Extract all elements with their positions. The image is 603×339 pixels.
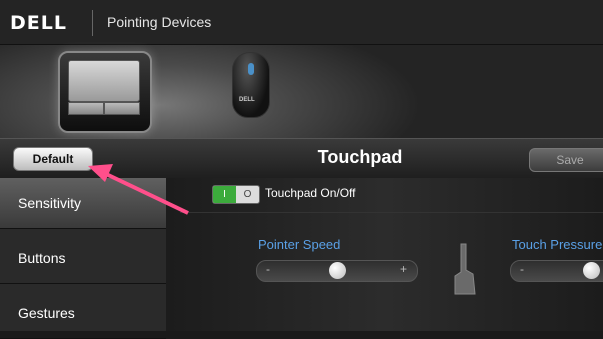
- sidebar-item-label: Sensitivity: [18, 195, 82, 211]
- slider-thumb[interactable]: [583, 262, 600, 279]
- mouse-logo: DELL: [239, 97, 255, 103]
- sidebar-item-label: Buttons: [18, 250, 66, 266]
- title-bar: DELL Pointing Devices: [0, 0, 603, 45]
- dell-logo: DELL: [10, 12, 67, 34]
- slider-minus-icon: -: [266, 262, 270, 276]
- sidebar-item-gestures[interactable]: Gestures: [0, 288, 166, 339]
- divider: [180, 212, 603, 213]
- settings-panel: I O Touchpad On/Off Pointer Speed - + To…: [166, 178, 603, 331]
- panel-title: Touchpad: [317, 147, 403, 167]
- finger-pressure-icon: [454, 243, 476, 295]
- slider-thumb[interactable]: [328, 262, 346, 279]
- device-selector: DELL: [0, 45, 603, 138]
- sidebar-item-label: Gestures: [18, 305, 75, 321]
- touchpad-icon[interactable]: [58, 51, 152, 133]
- mouse-wheel: [248, 63, 254, 75]
- app-title: Pointing Devices: [107, 14, 212, 30]
- slider-minus-icon: -: [520, 262, 524, 276]
- toggle-off-segment: O: [243, 189, 252, 200]
- slider-plus-icon: +: [400, 262, 408, 276]
- touchpad-surface: [68, 60, 140, 102]
- pointer-speed-label: Pointer Speed: [258, 237, 341, 252]
- sidebar: Sensitivity Buttons Gestures: [0, 178, 166, 339]
- pointer-speed-slider[interactable]: - +: [256, 260, 418, 282]
- title-separator: [92, 10, 93, 36]
- touchpad-left-button: [68, 102, 104, 115]
- touch-pressure-slider[interactable]: -: [510, 260, 603, 282]
- toolbar: Default Touchpad Save: [0, 138, 603, 179]
- mouse-icon[interactable]: DELL: [232, 52, 270, 118]
- toggle-on-segment: I: [213, 186, 236, 203]
- sidebar-item-sensitivity[interactable]: Sensitivity: [0, 178, 166, 229]
- touchpad-toggle[interactable]: I O: [212, 185, 260, 204]
- toggle-label: Touchpad On/Off: [265, 186, 356, 200]
- sidebar-item-buttons[interactable]: Buttons: [0, 233, 166, 284]
- touchpad-right-button: [104, 102, 140, 115]
- save-button[interactable]: Save: [529, 148, 603, 172]
- touch-pressure-label: Touch Pressure: [512, 237, 603, 252]
